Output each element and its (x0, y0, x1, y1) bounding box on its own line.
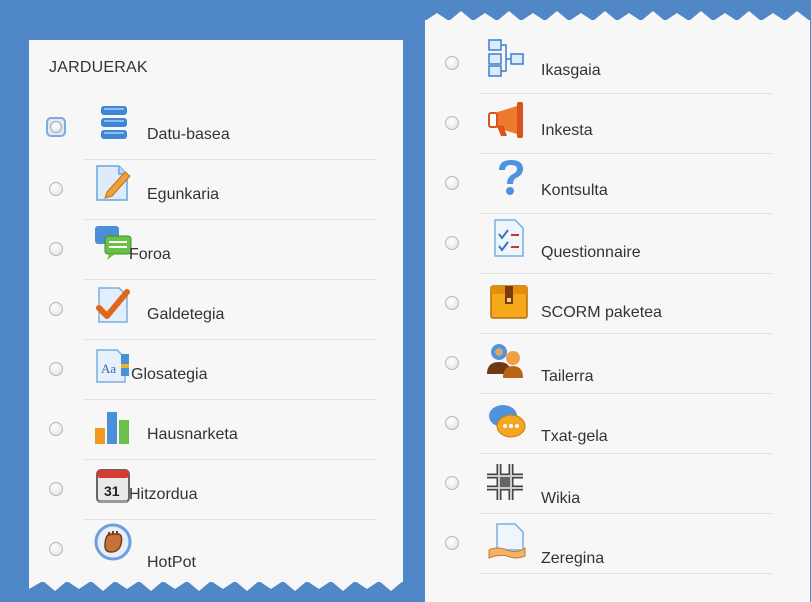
radio-button[interactable] (445, 296, 459, 310)
journal-icon (93, 162, 133, 202)
glossary-icon: Aa (93, 346, 133, 386)
database-icon (95, 104, 135, 144)
activity-label: Txat-gela (541, 428, 608, 445)
radio-button[interactable] (445, 236, 459, 250)
lesson-icon (487, 38, 527, 78)
activity-label: HotPot (147, 554, 196, 571)
svg-text:Aa: Aa (101, 361, 116, 376)
question-icon (491, 158, 531, 198)
calendar-icon: 31 (93, 466, 133, 506)
activity-label: Tailerra (541, 368, 594, 385)
activity-option-wikia[interactable]: Wikia (445, 454, 772, 514)
radio-button[interactable] (49, 302, 63, 316)
activity-option-foroa[interactable]: Foroa (49, 220, 376, 280)
scorm-package-icon (489, 282, 529, 322)
activity-option-hitzordua[interactable]: 31 Hitzordua (49, 460, 376, 520)
activity-option-hotpot[interactable]: HotPot (49, 520, 376, 580)
quiz-icon (93, 286, 133, 326)
activity-label: Kontsulta (541, 182, 608, 199)
workshop-icon (485, 342, 525, 382)
chat-icon (487, 402, 527, 442)
activity-label: Ikasgaia (541, 62, 601, 79)
activity-label: Glosategia (131, 366, 208, 383)
radio-button[interactable] (445, 536, 459, 550)
activity-label: Wikia (541, 490, 581, 507)
activity-option-datu-basea[interactable]: Datu-basea (46, 100, 376, 160)
activity-label: Questionnaire (541, 244, 641, 261)
activity-option-egunkaria[interactable]: Egunkaria (49, 160, 376, 220)
activity-label: Datu-basea (147, 126, 230, 143)
activity-label: Zeregina (541, 550, 605, 567)
assignment-icon (487, 522, 527, 562)
row-divider (480, 573, 772, 574)
activity-label: Foroa (129, 246, 171, 263)
radio-button[interactable] (445, 416, 459, 430)
activity-option-tailerra[interactable]: Tailerra (445, 334, 772, 394)
radio-button[interactable] (445, 356, 459, 370)
activity-option-zeregina[interactable]: Zeregina (445, 514, 772, 574)
radio-button[interactable] (49, 482, 63, 496)
radio-button[interactable] (445, 176, 459, 190)
radio-button[interactable] (49, 182, 63, 196)
activity-option-hausnarketa[interactable]: Hausnarketa (49, 400, 376, 460)
radio-button[interactable] (445, 476, 459, 490)
forum-icon (93, 222, 133, 262)
activity-label: Hausnarketa (147, 426, 238, 443)
questionnaire-icon (489, 218, 529, 258)
radio-button[interactable] (49, 422, 63, 436)
activity-option-galdetegia[interactable]: Galdetegia (49, 280, 376, 340)
activity-option-questionnaire[interactable]: Questionnaire (445, 214, 772, 274)
activity-option-glosategia[interactable]: Aa Glosategia (49, 340, 376, 400)
radio-button[interactable] (445, 56, 459, 70)
hotpot-icon (93, 522, 133, 562)
radio-button[interactable] (46, 117, 66, 137)
activity-label: Egunkaria (147, 186, 220, 203)
activity-label: SCORM paketea (541, 304, 662, 321)
activities-heading: JARDUERAK (49, 59, 148, 76)
torn-edge-top (425, 11, 810, 29)
reflection-chart-icon (93, 406, 133, 446)
radio-button[interactable] (49, 242, 63, 256)
activity-option-inkesta[interactable]: Inkesta (445, 94, 772, 154)
radio-button[interactable] (49, 542, 63, 556)
activity-option-kontsulta[interactable]: Kontsulta (445, 154, 772, 214)
activity-label: Galdetegia (147, 306, 225, 323)
wiki-icon (485, 462, 525, 502)
activity-label: Hitzordua (129, 486, 198, 503)
radio-button[interactable] (445, 116, 459, 130)
svg-text:31: 31 (104, 483, 120, 499)
activity-option-ikasgaia[interactable]: Ikasgaia (445, 34, 772, 94)
radio-button[interactable] (49, 362, 63, 376)
activity-option-txat-gela[interactable]: Txat-gela (445, 394, 772, 454)
megaphone-icon (487, 100, 527, 140)
activity-option-scorm-paketea[interactable]: SCORM paketea (445, 274, 772, 334)
activity-label: Inkesta (541, 122, 593, 139)
